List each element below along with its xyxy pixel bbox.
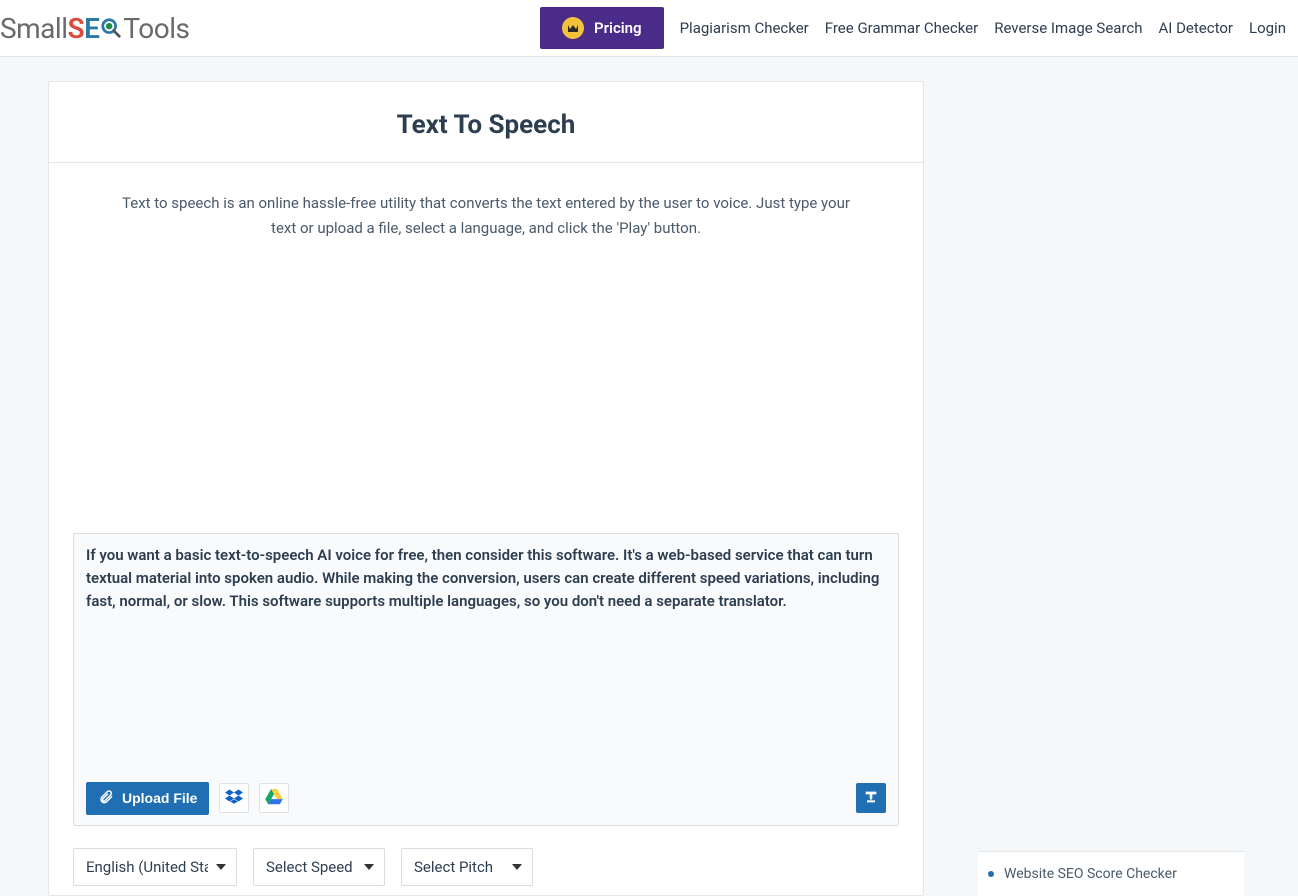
logo-e: E — [84, 12, 99, 45]
site-logo[interactable]: SmallSE Tools — [0, 12, 189, 45]
text-transform-button[interactable] — [856, 783, 886, 813]
textarea-toolbar: Upload File — [86, 782, 886, 815]
right-actions — [856, 783, 886, 813]
language-select[interactable]: English (United States) — [73, 848, 237, 886]
dropbox-icon — [225, 789, 243, 808]
speed-select[interactable]: Select Speed — [253, 848, 385, 886]
options-row: English (United States) Select Speed Sel… — [49, 826, 923, 886]
pricing-label: Pricing — [594, 19, 642, 37]
pitch-select[interactable]: Select Pitch — [401, 848, 533, 886]
site-header: SmallSE Tools Pricing Plagiarism Checker … — [0, 0, 1298, 57]
page-title: Text To Speech — [49, 82, 923, 163]
google-drive-button[interactable] — [259, 783, 289, 813]
pricing-button[interactable]: Pricing — [540, 7, 664, 49]
bullet-icon — [988, 871, 994, 877]
upload-label: Upload File — [122, 790, 197, 806]
google-drive-icon — [265, 789, 283, 808]
tool-panel: Text To Speech Text to speech is an onli… — [48, 81, 924, 896]
tts-textarea[interactable] — [86, 544, 886, 774]
dropbox-button[interactable] — [219, 783, 249, 813]
magnifier-icon — [100, 17, 122, 39]
text-transform-icon — [863, 789, 879, 808]
crown-icon — [562, 17, 584, 39]
nav-reverse-image[interactable]: Reverse Image Search — [994, 19, 1142, 37]
tool-description: Text to speech is an online hassle-free … — [49, 163, 923, 253]
paperclip-icon — [98, 789, 114, 808]
text-input-area: Upload File — [73, 533, 899, 826]
left-actions: Upload File — [86, 782, 289, 815]
sidebar-item-label: Website SEO Score Checker — [1004, 866, 1177, 882]
nav-grammar[interactable]: Free Grammar Checker — [825, 19, 978, 37]
logo-suffix: Tools — [123, 12, 189, 45]
nav-ai-detector[interactable]: AI Detector — [1159, 19, 1234, 37]
nav-login[interactable]: Login — [1249, 19, 1286, 37]
sidebar-item-seo-score[interactable]: Website SEO Score Checker — [988, 866, 1234, 882]
upload-file-button[interactable]: Upload File — [86, 782, 209, 815]
logo-prefix: Small — [0, 12, 68, 45]
nav-plagiarism[interactable]: Plagiarism Checker — [680, 19, 809, 37]
logo-s: S — [68, 12, 85, 45]
top-nav: Pricing Plagiarism Checker Free Grammar … — [540, 7, 1286, 49]
sidebar: Website SEO Score Checker — [948, 81, 1274, 896]
sidebar-list: Website SEO Score Checker — [978, 851, 1244, 896]
main-content: Text To Speech Text to speech is an onli… — [0, 57, 1298, 896]
ad-placeholder — [49, 253, 923, 533]
